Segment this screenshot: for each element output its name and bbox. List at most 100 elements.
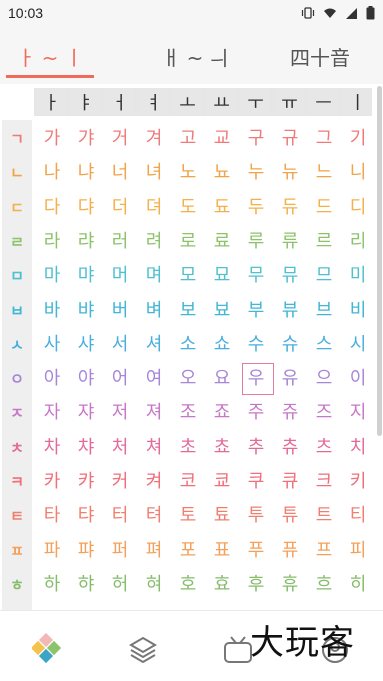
syllable-cell[interactable]: 큐 — [273, 463, 307, 497]
syllable-cell[interactable]: 류 — [273, 223, 307, 257]
syllable-cell[interactable]: 로 — [171, 223, 205, 257]
syllable-cell[interactable]: 휴 — [273, 566, 307, 600]
syllable-cell[interactable]: 거 — [103, 120, 137, 154]
syllable-cell[interactable]: 모 — [171, 257, 205, 291]
syllable-cell[interactable]: 주 — [239, 394, 273, 428]
syllable-cell[interactable]: 기 — [341, 120, 373, 154]
syllable-cell[interactable]: 트 — [307, 497, 341, 531]
syllable-cell[interactable]: 펴 — [137, 532, 171, 566]
syllable-cell[interactable]: 하 — [35, 566, 69, 600]
syllable-cell[interactable]: 츄 — [273, 429, 307, 463]
syllable-cell[interactable]: 타 — [35, 497, 69, 531]
syllable-cell[interactable]: 툐 — [205, 497, 239, 531]
syllable-cell[interactable]: 바 — [35, 292, 69, 326]
syllable-cell[interactable]: 푸 — [239, 532, 273, 566]
syllable-cell[interactable]: 초 — [171, 429, 205, 463]
syllable-cell[interactable]: 루 — [239, 223, 273, 257]
syllable-cell[interactable]: 터 — [103, 497, 137, 531]
consonant-label[interactable]: ㅌ — [0, 505, 34, 526]
syllable-cell[interactable]: 노 — [171, 154, 205, 188]
consonant-label[interactable]: ㅈ — [0, 402, 34, 423]
syllable-cell[interactable]: 호 — [171, 566, 205, 600]
syllable-cell[interactable]: 뷰 — [273, 292, 307, 326]
syllable-cell[interactable]: 뇨 — [205, 154, 239, 188]
syllable-cell[interactable]: 브 — [307, 292, 341, 326]
syllable-cell[interactable]: 디 — [341, 189, 373, 223]
consonant-label[interactable]: ㄴ — [0, 162, 34, 183]
syllable-cell[interactable]: 머 — [103, 257, 137, 291]
syllable-cell[interactable]: 오 — [171, 360, 205, 394]
syllable-cell[interactable]: 츠 — [307, 429, 341, 463]
syllable-cell[interactable]: 어 — [103, 360, 137, 394]
syllable-cell[interactable]: 처 — [103, 429, 137, 463]
consonant-label[interactable]: ㅊ — [0, 437, 34, 458]
syllable-cell[interactable]: 포 — [171, 532, 205, 566]
syllable-cell[interactable]: 르 — [307, 223, 341, 257]
syllable-cell[interactable]: 크 — [307, 463, 341, 497]
syllable-cell[interactable]: 쳐 — [137, 429, 171, 463]
syllable-cell[interactable]: 벼 — [137, 292, 171, 326]
consonant-label[interactable]: ㅍ — [0, 540, 34, 561]
syllable-cell[interactable]: 피 — [341, 532, 373, 566]
syllable-cell[interactable]: 시 — [341, 326, 373, 360]
syllable-cell[interactable]: 여 — [137, 360, 171, 394]
vowel-header-5[interactable]: ㅛ — [207, 88, 236, 116]
vowel-header-3[interactable]: ㅕ — [139, 88, 168, 116]
layers-tab-icon[interactable] — [128, 635, 158, 669]
syllable-cell[interactable]: 냐 — [69, 154, 103, 188]
syllable-cell[interactable]: 쿠 — [239, 463, 273, 497]
syllable-cell[interactable]: 죠 — [205, 394, 239, 428]
syllable-cell[interactable]: 카 — [35, 463, 69, 497]
syllable-cell[interactable]: 추 — [239, 429, 273, 463]
syllable-cell[interactable]: 미 — [341, 257, 373, 291]
syllable-cell[interactable]: 캬 — [69, 463, 103, 497]
vowel-header-4[interactable]: ㅗ — [173, 88, 202, 116]
syllable-cell[interactable]: 프 — [307, 532, 341, 566]
syllable-cell[interactable]: 요 — [205, 360, 239, 394]
syllable-cell[interactable]: 마 — [35, 257, 69, 291]
syllable-cell[interactable]: 뮤 — [273, 257, 307, 291]
syllable-cell[interactable]: 녀 — [137, 154, 171, 188]
vowel-header-2[interactable]: ㅓ — [105, 88, 134, 116]
syllable-cell[interactable]: 쵸 — [205, 429, 239, 463]
syllable-cell[interactable]: 키 — [341, 463, 373, 497]
consonant-label[interactable]: ㄹ — [0, 231, 34, 252]
syllable-cell[interactable]: 됴 — [205, 189, 239, 223]
syllable-cell[interactable]: 수 — [239, 326, 273, 360]
syllable-cell[interactable]: 뉴 — [273, 154, 307, 188]
syllable-cell[interactable]: 표 — [205, 532, 239, 566]
syllable-cell[interactable]: 드 — [307, 189, 341, 223]
tab-gojuon[interactable]: 四十音 — [275, 42, 365, 71]
consonant-label[interactable]: ㅋ — [0, 471, 34, 492]
syllable-cell[interactable]: 스 — [307, 326, 341, 360]
syllable-cell[interactable]: 허 — [103, 566, 137, 600]
syllable-cell[interactable]: 려 — [137, 223, 171, 257]
syllable-cell[interactable]: 샤 — [69, 326, 103, 360]
syllable-cell[interactable]: 후 — [239, 566, 273, 600]
home-tab-icon[interactable] — [30, 632, 64, 669]
syllable-cell[interactable]: 리 — [341, 223, 373, 257]
syllable-cell[interactable]: 탸 — [69, 497, 103, 531]
syllable-cell[interactable]: 히 — [341, 566, 373, 600]
syllable-cell[interactable]: 져 — [137, 394, 171, 428]
syllable-cell[interactable]: 햐 — [69, 566, 103, 600]
syllable-cell[interactable]: 가 — [35, 120, 69, 154]
syllable-cell[interactable]: 갸 — [69, 120, 103, 154]
syllable-cell[interactable]: 누 — [239, 154, 273, 188]
syllable-cell[interactable]: 규 — [273, 120, 307, 154]
syllable-cell[interactable]: 고 — [171, 120, 205, 154]
syllable-cell[interactable]: 소 — [171, 326, 205, 360]
syllable-cell[interactable]: 으 — [307, 360, 341, 394]
consonant-label[interactable]: ㅂ — [0, 300, 34, 321]
syllable-cell[interactable]: 겨 — [137, 120, 171, 154]
syllable-cell[interactable]: 슈 — [273, 326, 307, 360]
syllable-cell[interactable]: 더 — [103, 189, 137, 223]
syllable-cell[interactable]: 쿄 — [205, 463, 239, 497]
syllable-cell[interactable]: 조 — [171, 394, 205, 428]
syllable-cell[interactable]: 너 — [103, 154, 137, 188]
tab-vowels-compound[interactable]: ㅐ ~ ㅢ — [150, 42, 240, 71]
consonant-label[interactable]: ㄱ — [0, 128, 34, 149]
consonant-label[interactable]: ㅁ — [0, 265, 34, 286]
syllable-cell[interactable]: 저 — [103, 394, 137, 428]
syllable-cell[interactable]: 버 — [103, 292, 137, 326]
